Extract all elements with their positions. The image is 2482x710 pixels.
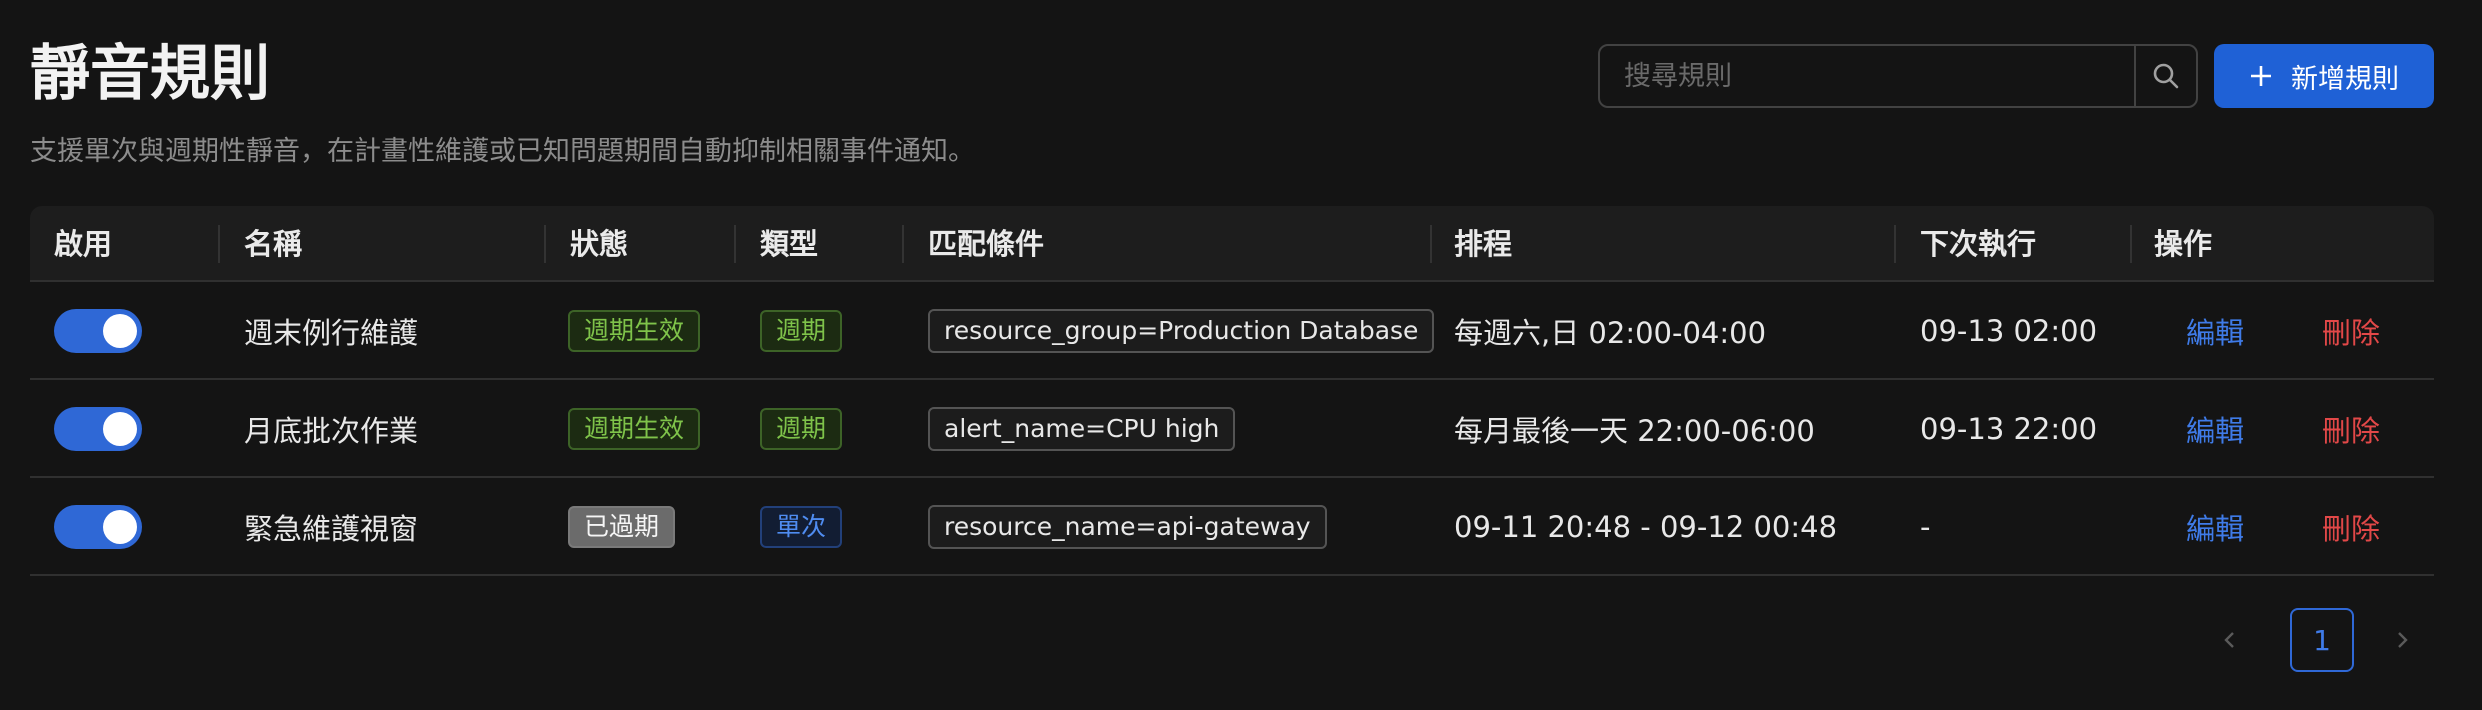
status-badge: 週期生效 [568,408,701,450]
edit-cell: 編輯 [2186,380,2244,478]
column-header-enabled: 啟用 [54,227,113,261]
column-divider [734,225,736,263]
search-icon [2153,63,2179,89]
column-header-schedule: 排程 [1454,227,1513,261]
column-header-type: 類型 [760,227,819,261]
type-badge: 週期 [760,408,843,450]
table-row: 緊急維護視窗 已過期 單次 resource_name=api-gateway … [30,478,2434,576]
condition-tag: alert_name=CPU high [928,407,1236,451]
column-header-actions: 操作 [2154,227,2213,261]
column-divider [544,225,546,263]
status-badge: 已過期 [568,506,676,548]
chevron-right-icon [2398,632,2408,648]
rules-table: 啟用 名稱 狀態 類型 匹配條件 排程 下次執行 操作 週末例行維護 週期生效 [30,206,2434,576]
delete-link[interactable]: 刪除 [2322,310,2380,352]
next-run: 09-13 22:00 [1920,412,2098,446]
status-badge: 週期生效 [568,310,701,352]
edit-cell: 編輯 [2186,478,2244,576]
column-header-name: 名稱 [244,227,303,261]
rule-name: 月底批次作業 [244,414,419,448]
delete-cell: 刪除 [2322,380,2380,478]
toggle-knob [103,510,137,544]
table-header: 啟用 名稱 狀態 類型 匹配條件 排程 下次執行 操作 [30,206,2434,282]
rule-name: 週末例行維護 [244,316,419,350]
delete-cell: 刪除 [2322,282,2380,380]
delete-link[interactable]: 刪除 [2322,506,2380,548]
enable-cell [54,282,142,380]
search-box [1598,44,2198,108]
chevron-left-icon [2224,632,2234,648]
toggle-knob [103,412,137,446]
column-header-next-run: 下次執行 [1920,227,2037,261]
enable-toggle[interactable] [54,407,142,451]
edit-link[interactable]: 編輯 [2186,506,2244,548]
add-rule-label: 新增規則 [2291,63,2399,95]
enable-cell [54,478,142,576]
page-number-button[interactable]: 1 [2290,608,2354,672]
type-cell: 單次 [760,478,843,576]
next-run: - [1920,510,1931,544]
enable-toggle[interactable] [54,505,142,549]
edit-link[interactable]: 編輯 [2186,408,2244,450]
table-row: 月底批次作業 週期生效 週期 alert_name=CPU high 每月最後一… [30,380,2434,478]
edit-cell: 編輯 [2186,282,2244,380]
type-cell: 週期 [760,282,843,380]
column-divider [1430,225,1432,263]
condition-tag: resource_group=Production Database [928,309,1435,353]
toggle-knob [103,314,137,348]
condition-tag: resource_name=api-gateway [928,505,1327,549]
prev-page-button[interactable] [2218,608,2242,672]
delete-cell: 刪除 [2322,478,2380,576]
enable-cell [54,380,142,478]
column-divider [1894,225,1896,263]
column-header-status: 狀態 [570,227,629,261]
add-rule-button[interactable]: 新增規則 [2214,44,2434,108]
next-page-button[interactable] [2390,608,2414,672]
next-run: 09-13 02:00 [1920,314,2098,348]
column-divider [218,225,220,263]
search-input[interactable] [1600,46,2134,106]
page-title: 靜音規則 [30,39,270,109]
condition-cell: alert_name=CPU high [928,380,1236,478]
status-cell: 已過期 [568,478,676,576]
schedule: 每週六,日 02:00-04:00 [1454,316,1767,350]
schedule: 每月最後一天 22:00-06:00 [1454,414,1815,448]
table-row: 週末例行維護 週期生效 週期 resource_group=Production… [30,282,2434,380]
search-button[interactable] [2134,46,2196,106]
page-subtitle: 支援單次與週期性靜音，在計畫性維護或已知問題期間自動抑制相關事件通知。 [30,136,975,167]
rule-name: 緊急維護視窗 [244,512,419,546]
type-badge: 單次 [760,506,843,548]
delete-link[interactable]: 刪除 [2322,408,2380,450]
type-cell: 週期 [760,380,843,478]
status-cell: 週期生效 [568,380,701,478]
edit-link[interactable]: 編輯 [2186,310,2244,352]
schedule: 09-11 20:48 - 09-12 00:48 [1454,510,1838,544]
column-header-condition: 匹配條件 [928,227,1045,261]
column-divider [902,225,904,263]
status-cell: 週期生效 [568,282,701,380]
column-divider [2130,225,2132,263]
plus-icon [2251,66,2271,86]
type-badge: 週期 [760,310,843,352]
condition-cell: resource_name=api-gateway [928,478,1327,576]
silence-rules-page: 靜音規則 支援單次與週期性靜音，在計畫性維護或已知問題期間自動抑制相關事件通知。… [0,0,2482,710]
condition-cell: resource_group=Production Database [928,282,1435,380]
enable-toggle[interactable] [54,309,142,353]
